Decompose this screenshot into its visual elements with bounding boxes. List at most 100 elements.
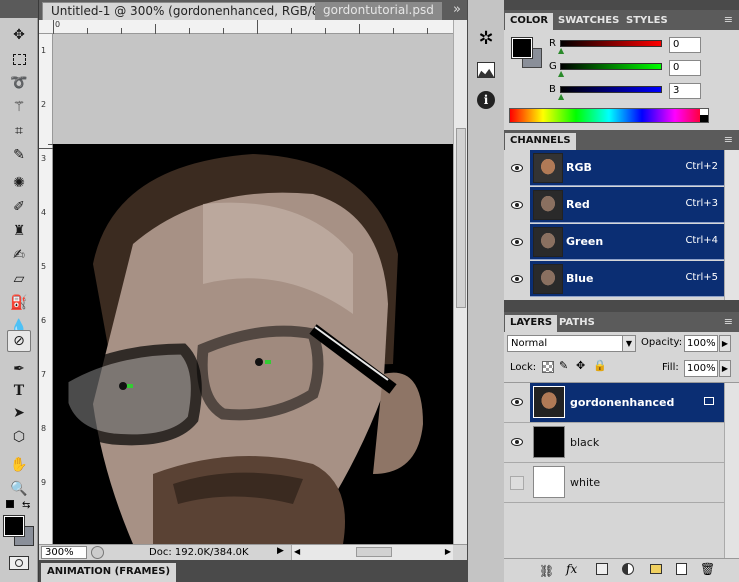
slider-handle-icon[interactable]: ▲ [558,69,564,78]
red-value-field[interactable]: 0 [669,37,701,53]
link-layers-icon[interactable]: ⛓ [539,564,554,578]
ruler-number: 1 [41,46,47,55]
channel-row-rgb[interactable]: RGB Ctrl+2 [504,150,739,187]
document-vertical-scrollbar[interactable] [453,20,467,544]
hand-icon[interactable]: ✋ [7,454,31,476]
histogram-icon[interactable] [473,58,499,82]
layer-row-gordonenhanced[interactable]: gordonenhanced [504,383,739,423]
status-info-icon[interactable] [91,546,104,559]
paint-bucket-icon[interactable]: ⛽ [7,292,31,314]
lasso-icon[interactable]: ➰ [7,72,31,94]
color-foreground-swatch[interactable] [511,37,533,59]
layer-style-icon[interactable] [704,397,714,405]
add-mask-icon[interactable] [596,563,608,575]
lock-all-icon[interactable]: 🔒 [593,359,607,372]
brush-icon[interactable]: ✐ [7,196,31,218]
tools-panel-grip[interactable] [0,0,38,18]
document-canvas[interactable] [53,144,453,544]
shape-icon[interactable]: ⬡ [7,426,31,448]
quick-mask-icon[interactable] [9,556,29,570]
panel-menu-icon[interactable]: ≡ [724,13,733,26]
lock-transparent-icon[interactable] [542,361,554,373]
navigator-icon[interactable]: ✲ [473,26,499,50]
panel-menu-icon[interactable]: ≡ [724,315,733,328]
scrollbar-thumb[interactable] [456,128,466,308]
channel-row-green[interactable]: Green Ctrl+4 [504,224,739,261]
tab-layers[interactable]: LAYERS [505,315,558,332]
clone-stamp-icon[interactable]: ♜ [7,220,31,242]
eye-icon[interactable] [511,201,523,209]
eye-icon[interactable] [511,398,523,406]
scrollbar-thumb[interactable] [356,547,392,557]
status-menu-arrow-icon[interactable]: ▶ [277,546,284,556]
eyedropper-icon[interactable]: ✎ [7,144,31,166]
green-slider[interactable] [560,63,662,70]
tab-untitled-1[interactable]: Untitled-1 @ 300% (gordonenhanced, RGB/8… [42,2,343,20]
crop-icon[interactable]: ⌗ [7,120,31,142]
tab-gordontutorial[interactable]: gordontutorial.psd [315,2,442,20]
visibility-toggle[interactable] [510,476,524,490]
chevron-down-icon[interactable]: ▼ [622,336,635,351]
panel-menu-icon[interactable]: ≡ [724,133,733,146]
channel-thumbnail [533,227,563,257]
history-brush-icon[interactable]: ✍ [7,244,31,266]
slider-handle-icon[interactable]: ▲ [558,46,564,55]
red-slider[interactable] [560,40,662,47]
scroll-left-icon[interactable]: ◀ [294,547,300,556]
tabs-overflow-icon[interactable]: » [453,2,461,17]
new-group-icon[interactable] [650,564,662,574]
tab-channels[interactable]: CHANNELS [505,133,576,150]
move-icon[interactable]: ✥ [7,24,31,46]
document-horizontal-scrollbar[interactable]: ◀ ▶ [291,545,453,560]
eye-icon[interactable] [511,238,523,246]
tab-color[interactable]: COLOR [505,13,554,30]
type-icon[interactable]: T [7,380,31,402]
slider-handle-icon[interactable]: ▲ [558,92,564,101]
layer-list: gordonenhanced black white [504,382,739,559]
blue-slider[interactable] [560,86,662,93]
green-value-field[interactable]: 0 [669,60,701,76]
lock-position-icon[interactable]: ✥ [576,359,585,372]
channel-row-red[interactable]: Red Ctrl+3 [504,187,739,224]
opacity-field[interactable]: 100% [684,335,718,352]
foreground-color-swatch[interactable] [3,515,25,537]
zoom-icon[interactable]: 🔍 [7,478,31,500]
blend-mode-select[interactable]: Normal ▼ [507,335,636,352]
layer-row-white[interactable]: white [504,463,739,503]
pen-icon[interactable]: ✒ [7,358,31,380]
info-icon[interactable]: i [473,88,499,112]
zoom-field[interactable]: 300% [41,546,87,559]
tab-animation-frames[interactable]: ANIMATION (FRAMES) [41,563,177,582]
eye-icon[interactable] [511,164,523,172]
marquee-icon[interactable] [7,48,31,70]
new-layer-icon[interactable] [676,563,687,575]
fill-field[interactable]: 100% [684,360,718,377]
default-colors-icon[interactable] [6,500,14,508]
scroll-right-icon[interactable]: ▶ [445,547,451,556]
eye-icon[interactable] [511,275,523,283]
spot-healing-icon[interactable]: ✺ [7,172,31,194]
path-select-icon[interactable]: ➤ [7,402,31,424]
delete-layer-icon[interactable]: 🗑 [700,562,715,576]
color-spectrum-ramp[interactable] [509,108,709,123]
eraser-icon[interactable]: ▱ [7,268,31,290]
eye-icon[interactable] [511,438,523,446]
fill-arrow-icon[interactable]: ▶ [719,360,731,377]
layers-scrollbar[interactable] [724,383,739,559]
layer-fx-icon[interactable]: fx [566,562,577,576]
collapsed-panel-strip: ✲ i [468,0,504,582]
magic-wand-icon[interactable]: ⚚ [7,96,31,118]
channels-scrollbar[interactable] [724,150,739,300]
layer-row-black[interactable]: black [504,423,739,463]
channel-row-blue[interactable]: Blue Ctrl+5 [504,261,739,298]
adjustment-layer-icon[interactable] [622,563,634,575]
tab-swatches[interactable]: SWATCHES [553,13,624,30]
tab-paths[interactable]: PATHS [554,315,600,332]
blue-value-field[interactable]: 3 [669,83,701,99]
lock-pixels-icon[interactable]: ✎ [559,359,568,372]
tab-styles[interactable]: STYLES [621,13,673,30]
swap-colors-icon[interactable]: ⇆ [22,500,30,511]
dodge-icon[interactable]: ⊘ [7,330,31,352]
opacity-arrow-icon[interactable]: ▶ [719,335,731,352]
layers-footer: ⛓ fx 🗑 [504,558,739,582]
